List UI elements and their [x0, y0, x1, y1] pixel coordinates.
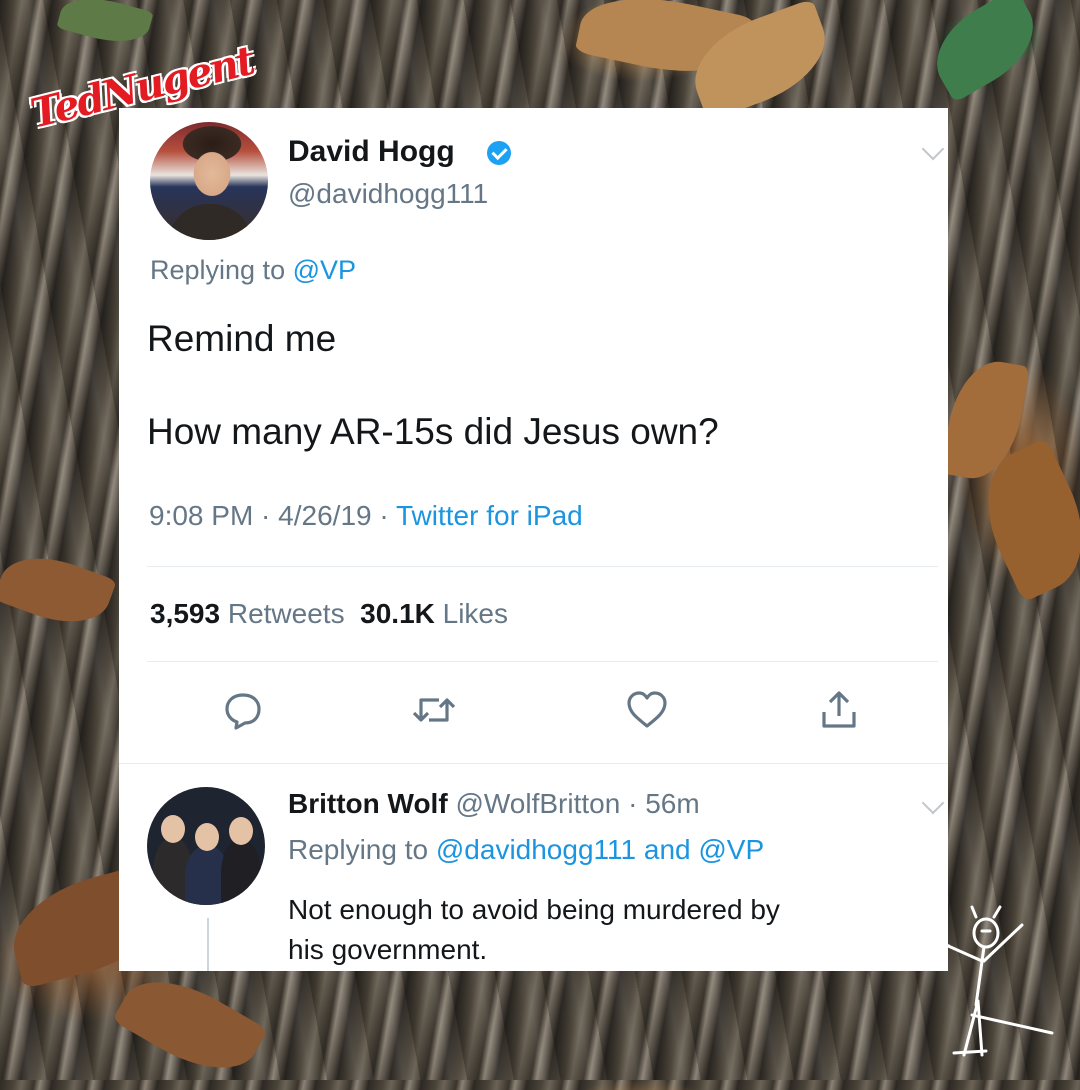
author-handle[interactable]: @davidhogg111 — [288, 178, 488, 210]
replying-to-and: and — [636, 834, 699, 865]
reply-replying-to: Replying to @davidhogg111 and @VP — [288, 834, 764, 866]
avatar-person-head — [161, 815, 185, 843]
likes-stat[interactable]: 30.1K Likes — [360, 598, 508, 629]
avatar-shirt — [168, 204, 252, 240]
likes-count: 30.1K — [360, 598, 435, 629]
like-icon[interactable] — [625, 690, 669, 730]
reply-text-line: his government. — [288, 934, 488, 965]
tweet-stats: 3,593 Retweets 30.1K Likes — [150, 598, 508, 630]
reply-header: Britton Wolf @WolfBritton · 56m — [288, 788, 700, 820]
tweet-meta: 9:08 PM · 4/26/19 · Twitter for iPad — [149, 500, 583, 532]
meta-separator: · — [253, 500, 279, 531]
meta-separator: · — [620, 788, 646, 819]
avatar-person-head — [229, 817, 253, 845]
replying-to-prefix: Replying to — [150, 255, 293, 285]
replying-to-mention[interactable]: @VP — [698, 834, 764, 865]
retweet-icon[interactable] — [411, 690, 457, 730]
stick-figure-doodle — [930, 905, 1054, 1057]
divider — [119, 763, 948, 764]
reply-icon[interactable] — [223, 690, 263, 730]
tweet-source[interactable]: Twitter for iPad — [396, 500, 583, 531]
replying-to-mention[interactable]: @VP — [293, 255, 356, 285]
tweet-text-line: How many AR-15s did Jesus own? — [147, 411, 719, 452]
chevron-down-icon[interactable] — [921, 791, 945, 815]
divider — [147, 566, 938, 567]
retweets-stat[interactable]: 3,593 Retweets — [150, 598, 345, 629]
avatar-person — [221, 839, 261, 905]
author-name[interactable]: David Hogg — [288, 135, 455, 169]
retweets-label: Retweets — [227, 598, 345, 629]
avatar-person-head — [195, 823, 219, 851]
divider — [147, 661, 938, 662]
chevron-down-icon[interactable] — [921, 137, 945, 161]
tweet-date[interactable]: 4/26/19 — [278, 500, 371, 531]
tweet-text-line: Remind me — [147, 318, 337, 359]
reply-text-line: Not enough to avoid being murdered by — [288, 894, 780, 925]
replying-to-prefix: Replying to — [288, 834, 436, 865]
reply-author-handle[interactable]: @WolfBritton — [455, 788, 620, 819]
replying-to-mention[interactable]: @davidhogg111 — [436, 834, 636, 865]
reply-age[interactable]: 56m — [645, 788, 699, 819]
verified-badge-icon — [487, 141, 511, 165]
tweet-card: David Hogg @davidhogg111 Replying to @VP… — [119, 108, 948, 971]
retweets-count: 3,593 — [150, 598, 221, 629]
avatar[interactable] — [147, 787, 265, 905]
thread-line — [207, 918, 209, 971]
avatar[interactable] — [150, 122, 268, 240]
reply-author-name[interactable]: Britton Wolf — [288, 788, 448, 819]
likes-label: Likes — [442, 598, 509, 629]
tweet-time[interactable]: 9:08 PM — [149, 500, 253, 531]
replying-to: Replying to @VP — [150, 255, 356, 286]
share-icon[interactable] — [819, 690, 859, 730]
meta-separator: · — [371, 500, 396, 531]
